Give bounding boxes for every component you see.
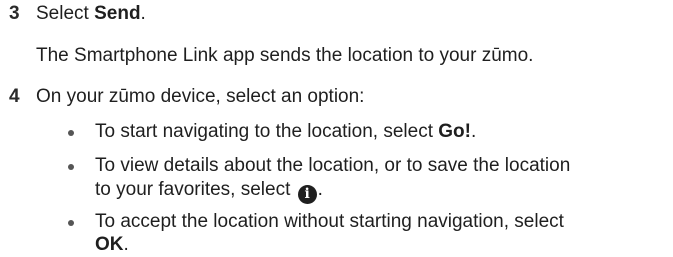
step-3-text: Select Send.	[36, 2, 146, 26]
bullet-1-tail: .	[470, 121, 477, 142]
bullet-3-line1: To accept the location without starting …	[95, 211, 564, 232]
bullet-2-tail: .	[317, 179, 323, 200]
bullet-3-tail: .	[123, 234, 129, 255]
bullet-dot	[68, 130, 74, 136]
go-label: Go!	[438, 121, 471, 142]
bullet-2-lead: to your favorites, select	[95, 179, 296, 200]
step-4-text: On your zūmo device, select an option:	[36, 86, 365, 107]
step-number: 4	[9, 86, 20, 107]
bullet-2-line2: to your favorites, select i.	[95, 178, 323, 204]
bullet-3-line2: OK.	[95, 233, 129, 257]
step-3-lead: Select	[36, 3, 95, 24]
step-3-detail: The Smartphone Link app sends the locati…	[36, 45, 534, 66]
step-3-tail: .	[140, 3, 146, 24]
step-number: 3	[9, 3, 20, 24]
send-label: Send	[94, 3, 141, 24]
bullet-dot	[68, 220, 74, 226]
info-icon[interactable]: i	[297, 185, 317, 204]
bullet-1-text: To start navigating to the location, sel…	[95, 120, 476, 144]
bullet-1-lead: To start navigating to the location, sel…	[95, 121, 439, 142]
bullet-2-line1: To view details about the location, or t…	[95, 155, 571, 176]
bullet-dot	[68, 164, 74, 170]
ok-label: OK	[95, 234, 124, 255]
